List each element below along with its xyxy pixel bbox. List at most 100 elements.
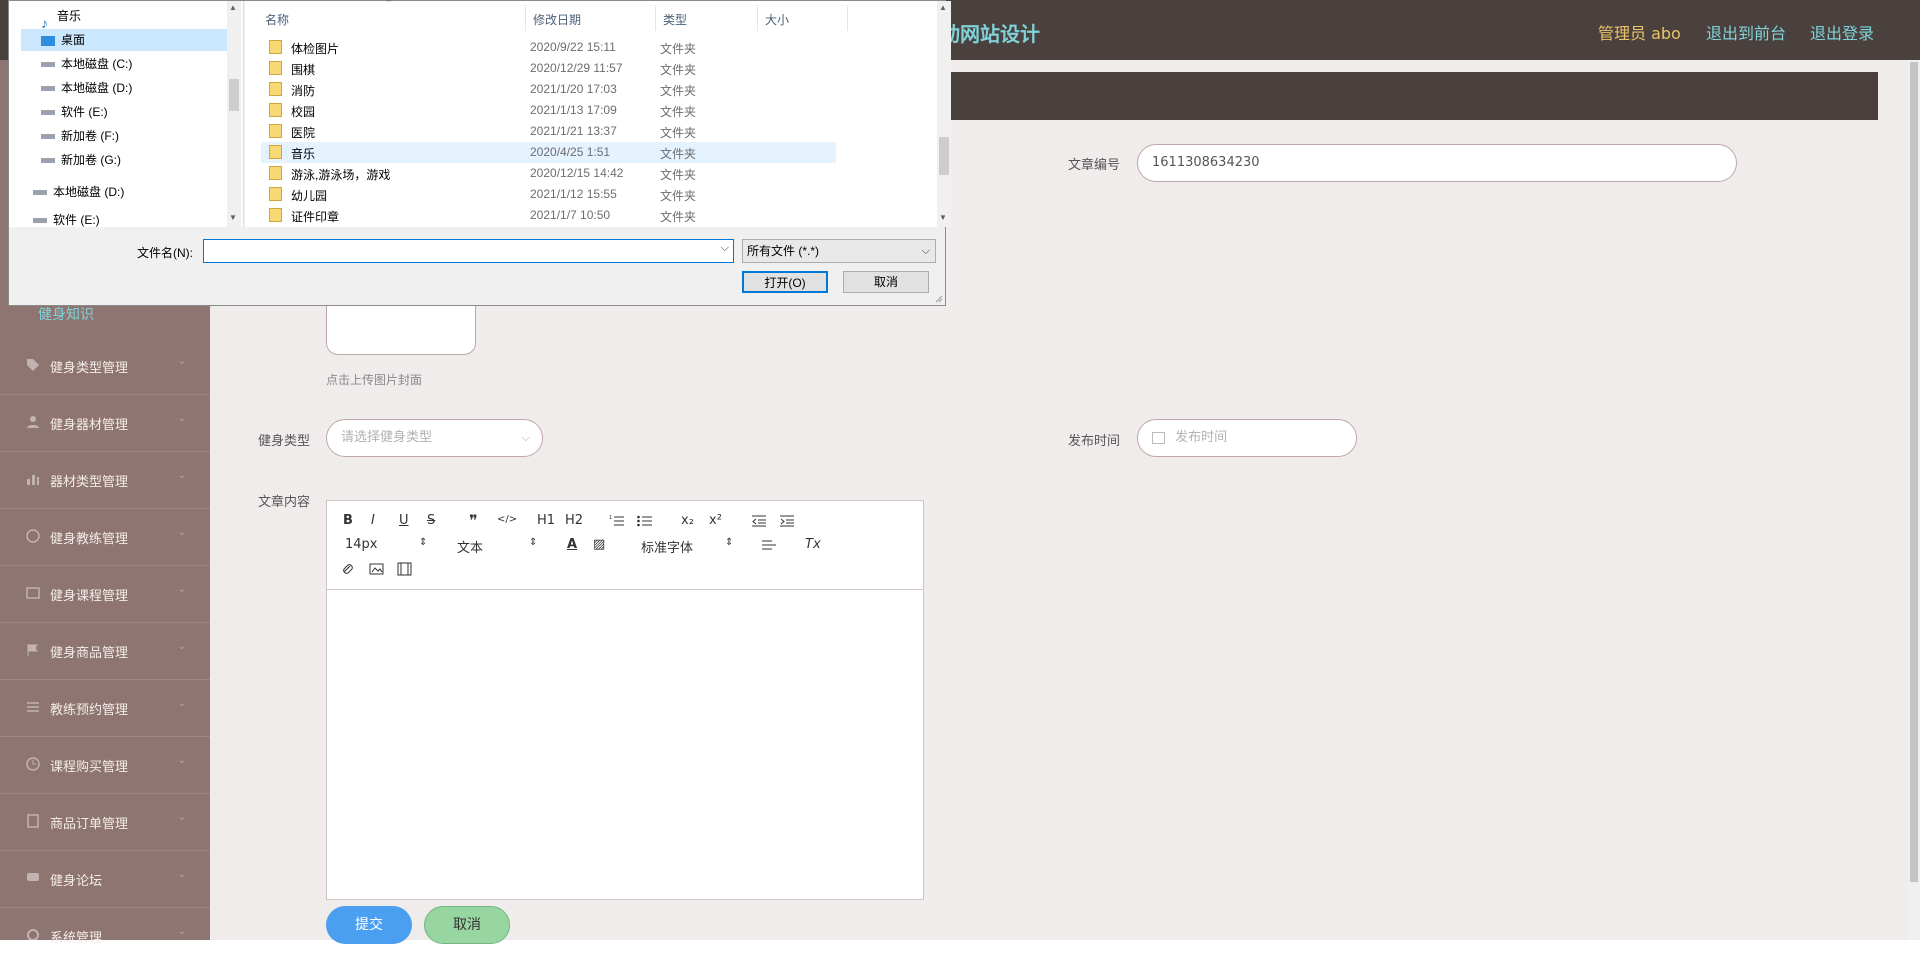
exit-to-front-link[interactable]: 退出到前台 xyxy=(1706,20,1786,44)
scroll-down-icon[interactable]: ▼ xyxy=(229,213,237,222)
align-left-icon[interactable] xyxy=(761,539,777,553)
subscript-button[interactable]: x₂ xyxy=(681,513,694,528)
chevron-down-icon: ⌄ xyxy=(177,641,186,652)
scroll-up-icon[interactable]: ▲ xyxy=(229,3,237,12)
file-name: 消防 xyxy=(291,84,316,98)
file-row[interactable]: 证件印章 2021/1/7 10:50 文件夹 xyxy=(261,205,836,226)
file-row[interactable]: 游泳,游泳场，游戏 2020/12/15 14:42 文件夹 xyxy=(261,163,836,184)
file-row[interactable]: 消防 2021/1/20 17:03 文件夹 xyxy=(261,79,836,100)
file-list-scrollbar[interactable]: ▲ ▼ xyxy=(937,1,951,227)
cancel-button[interactable]: 取消 xyxy=(424,906,510,944)
tag-icon xyxy=(27,359,39,371)
folder-icon xyxy=(269,82,282,96)
heading-select[interactable]: 文本 xyxy=(457,537,483,556)
h2-button[interactable]: H2 xyxy=(565,513,583,528)
file-row[interactable]: 幼儿园 2021/1/12 15:55 文件夹 xyxy=(261,184,836,205)
nav-scrollbar-thumb[interactable] xyxy=(229,79,239,111)
column-header-date[interactable]: 修改日期 xyxy=(533,11,581,28)
indent-icon[interactable] xyxy=(779,514,795,528)
sidebar-item-goods[interactable]: 健身商品管理 ⌄ xyxy=(0,623,210,680)
font-size-select[interactable]: 14px xyxy=(345,537,378,552)
font-color-icon[interactable]: A xyxy=(567,537,577,552)
h1-button[interactable]: H1 xyxy=(537,513,555,528)
open-button[interactable]: 打开(O) xyxy=(742,271,828,293)
filename-label: 文件名(N): xyxy=(137,246,193,260)
article-no-input[interactable]: 1611308634230 xyxy=(1137,144,1737,182)
file-row[interactable]: 体检图片 2020/9/22 15:11 文件夹 xyxy=(261,37,836,58)
image-icon[interactable] xyxy=(369,562,385,576)
file-name: 围棋 xyxy=(291,63,316,77)
page-scrollbar-thumb[interactable] xyxy=(1910,62,1918,882)
sidebar-item-label: 健身论坛 xyxy=(50,874,103,889)
file-row-hovered[interactable]: 音乐 2020/4/25 1:51 文件夹 xyxy=(261,142,836,163)
file-type: 文件夹 xyxy=(660,147,697,161)
scroll-down-icon[interactable]: ▼ xyxy=(939,213,947,222)
clear-format-button[interactable]: Tx xyxy=(805,537,821,552)
bullet-list-icon[interactable] xyxy=(637,514,653,528)
code-button[interactable]: </> xyxy=(497,514,517,525)
background-color-icon[interactable]: ▨ xyxy=(593,537,605,552)
outdent-icon[interactable] xyxy=(751,514,767,528)
file-name: 体检图片 xyxy=(291,42,340,56)
sidebar-item-fitness-type[interactable]: 健身类型管理 ⌄ xyxy=(0,338,210,395)
sidebar-item-equipment-type[interactable]: 器材类型管理 ⌄ xyxy=(0,452,210,509)
strike-button[interactable]: S xyxy=(427,513,435,528)
filename-input[interactable]: ⌵ xyxy=(203,239,734,263)
underline-button[interactable]: U xyxy=(399,513,409,528)
nav-item-label: 桌面 xyxy=(61,33,86,47)
column-header-size[interactable]: 大小 xyxy=(765,11,789,28)
svg-text:1: 1 xyxy=(609,515,612,521)
admin-label: 管理员 abo xyxy=(1598,24,1681,43)
dialog-cancel-button[interactable]: 取消 xyxy=(843,271,929,293)
nav-item-drive-c[interactable]: 本地磁盘 (C:) xyxy=(41,53,132,75)
file-row[interactable]: 医院 2021/1/21 13:37 文件夹 xyxy=(261,121,836,142)
file-row[interactable]: 围棋 2020/12/29 11:57 文件夹 xyxy=(261,58,836,79)
sidebar-item-course-purchase[interactable]: 课程购买管理 ⌄ xyxy=(0,737,210,794)
nav-item-drive-e[interactable]: 软件 (E:) xyxy=(41,101,108,123)
nav-item-drive-f[interactable]: 新加卷 (F:) xyxy=(41,125,119,147)
link-icon[interactable] xyxy=(341,562,357,576)
font-family-select[interactable]: 标准字体 xyxy=(641,537,693,556)
sidebar-item-system[interactable]: 系统管理 ⌄ xyxy=(0,908,210,965)
drive-icon xyxy=(41,62,55,68)
nav-item-drive-e-2[interactable]: 软件 (E:) xyxy=(33,213,100,227)
nav-item-drive-d-2[interactable]: 本地磁盘 (D:) xyxy=(33,181,124,203)
sidebar-item-label: 健身类型管理 xyxy=(50,361,129,376)
sidebar-item-course[interactable]: 健身课程管理 ⌄ xyxy=(0,566,210,623)
chevron-down-icon[interactable]: ⌵ xyxy=(721,242,729,255)
sidebar-item-equipment[interactable]: 健身器材管理 ⌄ xyxy=(0,395,210,452)
sidebar-item-coach-booking[interactable]: 教练预约管理 ⌄ xyxy=(0,680,210,737)
document-icon xyxy=(27,814,39,828)
filetype-select[interactable]: 所有文件 (*.*) ⌵ xyxy=(742,239,936,263)
column-header-name[interactable]: 名称 xyxy=(265,11,289,28)
sidebar-item-goods-order[interactable]: 商品订单管理 ⌄ xyxy=(0,794,210,851)
ordered-list-icon[interactable]: 1 xyxy=(609,514,625,528)
file-date: 2020/12/15 14:42 xyxy=(530,166,624,180)
nav-item-label: 新加卷 (G:) xyxy=(61,153,121,167)
nav-item-desktop[interactable]: 桌面 xyxy=(41,29,85,51)
quote-button[interactable]: ❞ xyxy=(469,511,478,530)
italic-button[interactable]: I xyxy=(371,513,375,528)
nav-item-music[interactable]: ♪ 音乐 xyxy=(41,5,81,31)
fitness-type-select[interactable]: 请选择健身类型 ⌵ xyxy=(326,419,543,457)
sidebar-subitem-fitness-knowledge[interactable]: 健身知识 xyxy=(38,304,94,324)
nav-item-drive-d[interactable]: 本地磁盘 (D:) xyxy=(41,77,132,99)
file-row[interactable]: 校园 2021/1/13 17:09 文件夹 xyxy=(261,100,836,121)
scroll-up-icon[interactable]: ▲ xyxy=(939,3,947,12)
resize-grip-icon[interactable] xyxy=(933,293,943,303)
bold-button[interactable]: B xyxy=(343,513,353,528)
logout-link[interactable]: 退出登录 xyxy=(1810,20,1874,44)
sidebar-item-coach[interactable]: 健身教练管理 ⌄ xyxy=(0,509,210,566)
nav-item-label: 新加卷 (F:) xyxy=(61,129,119,143)
column-header-type[interactable]: 类型 xyxy=(663,11,687,28)
sidebar-item-forum[interactable]: 健身论坛 ⌄ xyxy=(0,851,210,908)
chevron-down-icon: ⌄ xyxy=(177,413,186,424)
submit-button[interactable]: 提交 xyxy=(326,906,412,944)
publish-time-input[interactable]: 发布时间 xyxy=(1137,419,1357,457)
bar-chart-icon xyxy=(27,475,39,485)
video-icon[interactable] xyxy=(397,562,413,576)
file-list-scrollbar-thumb[interactable] xyxy=(939,137,949,175)
nav-item-drive-g[interactable]: 新加卷 (G:) xyxy=(41,149,121,171)
superscript-button[interactable]: x² xyxy=(709,513,722,528)
nav-scrollbar[interactable]: ▲ ▼ xyxy=(227,1,241,227)
